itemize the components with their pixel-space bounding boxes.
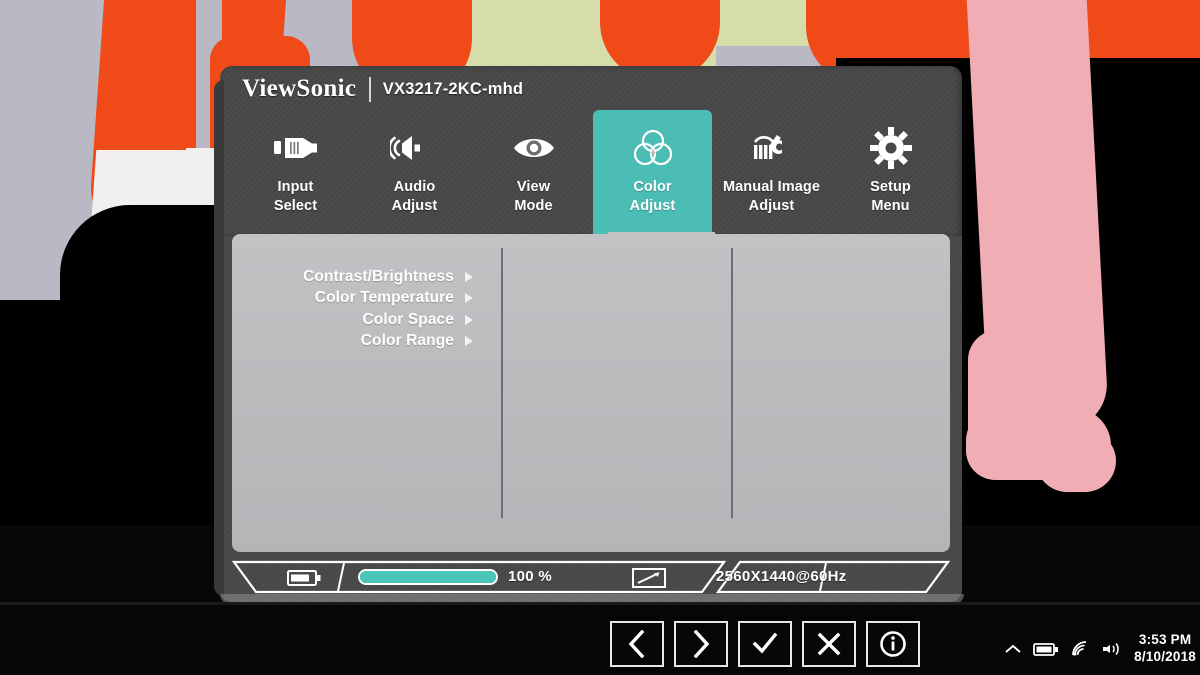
close-button[interactable]: [802, 621, 856, 667]
contrast-progress-bar[interactable]: [358, 569, 498, 585]
monitor-osd-control-buttons: [610, 621, 920, 667]
video-input-icon: [273, 124, 319, 172]
tab-label: Audio Adjust: [392, 178, 438, 216]
progress-fill: [360, 571, 496, 583]
gear-icon: [869, 124, 912, 172]
monitor-model-label: VX3217-2KC-mhd: [382, 79, 524, 98]
tab-audio-adjust[interactable]: Audio Adjust: [355, 110, 474, 234]
prev-button[interactable]: [610, 621, 664, 667]
eye-icon: [510, 124, 558, 172]
tab-label: View Mode: [514, 178, 552, 216]
taskbar-clock[interactable]: 3:53 PM 8/10/2018: [1134, 632, 1196, 665]
menu-item-label: Color Temperature: [314, 289, 454, 307]
clock-time: 3:53 PM: [1138, 632, 1192, 648]
menu-item-label: Color Range: [360, 332, 454, 350]
info-button[interactable]: [866, 621, 920, 667]
tab-label-line2: Adjust: [629, 198, 676, 215]
tab-setup-menu[interactable]: Setup Menu: [831, 110, 950, 234]
wallpaper-shape-pink-toe: [1036, 430, 1116, 492]
menu-item-color-space[interactable]: Color Space: [232, 309, 484, 331]
color-circles-icon: [630, 124, 676, 172]
chevron-left-icon: [626, 630, 648, 658]
menu-item-color-temperature[interactable]: Color Temperature: [232, 288, 484, 310]
tab-label-line2: Mode: [514, 198, 553, 215]
info-circle-icon: [879, 630, 907, 658]
color-adjust-menu-list: Contrast/Brightness Color Temperature Co…: [232, 266, 484, 352]
menu-item-label: Color Space: [362, 310, 454, 328]
osd-content-panel: Contrast/Brightness Color Temperature Co…: [232, 234, 950, 552]
tab-view-mode[interactable]: View Mode: [474, 110, 593, 234]
windows-taskbar: 3:53 PM 8/10/2018: [0, 605, 1200, 675]
wrench-icon: [746, 124, 798, 172]
submenu-arrow-icon: [454, 314, 484, 326]
contrast-percent-label: 100 %: [508, 568, 553, 585]
tab-label-line2: Adjust: [391, 198, 438, 215]
tab-label-line2: Adjust: [748, 198, 795, 215]
tab-label: Input Select: [274, 178, 317, 216]
close-x-icon: [817, 632, 841, 656]
osd-status-bar: 100 % 2560X1440@60Hz: [232, 560, 950, 594]
tab-label-line1: View: [516, 179, 551, 195]
chevron-right-icon: [690, 630, 712, 658]
tab-label: Color Adjust: [630, 178, 676, 216]
menu-item-color-range[interactable]: Color Range: [232, 331, 484, 353]
titlebar-divider: [369, 76, 371, 102]
viewsonic-logo: ViewSonic: [242, 75, 357, 102]
column-divider-1: [501, 248, 503, 518]
display-diagonal-icon: [632, 568, 666, 588]
osd-window: ViewSonic VX3217-2KC-mhd Input Select Au…: [214, 66, 974, 605]
tab-label-line1: Manual Image: [722, 179, 821, 195]
osd-left-bevel: [214, 80, 224, 596]
resolution-label: 2560X1440@60Hz: [716, 568, 847, 585]
tab-color-adjust[interactable]: Color Adjust: [593, 110, 712, 234]
menu-item-label: Contrast/Brightness: [303, 267, 454, 285]
battery-icon[interactable]: [1033, 641, 1059, 657]
tab-label-line1: Setup: [870, 179, 911, 195]
tab-label-line1: Audio: [393, 179, 436, 195]
tab-label-line1: Color: [633, 179, 672, 195]
chevron-up-icon[interactable]: [1004, 642, 1022, 656]
speaker-icon: [389, 124, 440, 172]
tab-label-line2: Select: [273, 198, 318, 215]
osd-tab-strip: Input Select Audio Adjust View Mode Colo…: [236, 110, 954, 236]
tab-label: Setup Menu: [870, 178, 911, 216]
next-button[interactable]: [674, 621, 728, 667]
check-icon: [752, 632, 778, 656]
submenu-arrow-icon: [454, 335, 484, 347]
tab-label-line2: Menu: [871, 198, 910, 215]
tab-manual-image-adjust[interactable]: Manual Image Adjust: [712, 110, 831, 234]
battery-contrast-icon: [287, 570, 321, 586]
menu-item-contrast-brightness[interactable]: Contrast/Brightness: [232, 266, 484, 288]
tab-label-line1: Input: [277, 179, 314, 195]
monitor-screen: ViewSonic VX3217-2KC-mhd Input Select Au…: [0, 0, 1200, 675]
submenu-arrow-icon: [454, 271, 484, 283]
clock-date: 8/10/2018: [1134, 648, 1196, 664]
osd-titlebar: ViewSonic VX3217-2KC-mhd: [228, 72, 684, 106]
column-divider-2: [731, 248, 733, 518]
tab-label: Manual Image Adjust: [723, 178, 820, 216]
wifi-icon[interactable]: [1070, 640, 1090, 657]
volume-icon[interactable]: [1101, 640, 1123, 658]
tab-input-select[interactable]: Input Select: [236, 110, 355, 234]
confirm-button[interactable]: [738, 621, 792, 667]
system-tray: 3:53 PM 8/10/2018: [1004, 632, 1196, 665]
submenu-arrow-icon: [454, 292, 484, 304]
